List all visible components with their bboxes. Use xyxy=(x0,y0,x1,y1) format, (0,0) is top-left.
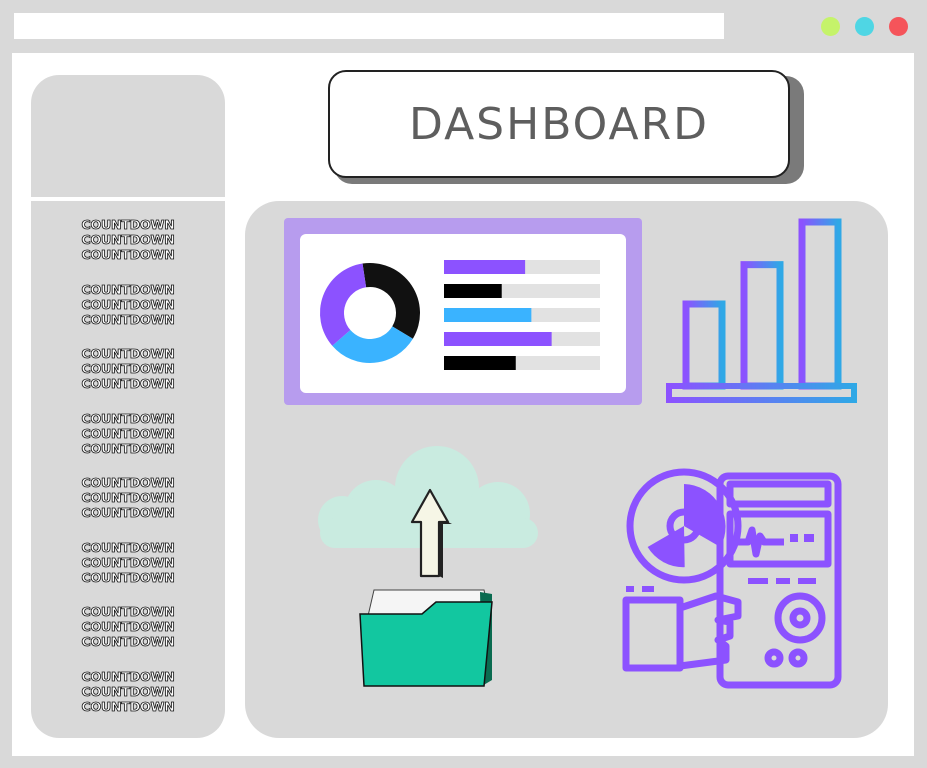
sidebar-item-label: COUNTDOWN xyxy=(81,569,175,585)
sidebar-item[interactable]: COUNTDOWN COUNTDOWN COUNTDOWN xyxy=(31,668,225,734)
sidebar-item[interactable]: COUNTDOWN COUNTDOWN COUNTDOWN xyxy=(31,410,225,476)
sidebar-item-label: COUNTDOWN xyxy=(81,311,175,327)
sidebar: COUNTDOWN COUNTDOWN COUNTDOWN COUNTDOWN COUN… xyxy=(31,75,225,738)
progress-bars xyxy=(444,260,600,370)
sidebar-item[interactable]: COUNTDOWN COUNTDOWN COUNTDOWN xyxy=(31,346,225,411)
sidebar-item-label: COUNTDOWN xyxy=(81,232,175,248)
cloud-upload-folder-icon[interactable] xyxy=(312,440,542,690)
sidebar-item-label: COUNTDOWN xyxy=(81,554,175,570)
progress-bar-fill xyxy=(444,260,526,274)
sidebar-item-label: COUNTDOWN xyxy=(81,346,175,362)
sidebar-item-label: COUNTDOWN xyxy=(81,361,175,377)
address-bar[interactable] xyxy=(14,13,724,39)
bar-chart-icon[interactable] xyxy=(664,216,858,410)
sidebar-item-label: COUNTDOWN xyxy=(81,410,175,426)
bar-chart-icon-bar xyxy=(798,218,842,390)
sidebar-item[interactable]: COUNTDOWN COUNTDOWN COUNTDOWN xyxy=(31,539,225,605)
sidebar-item[interactable]: COUNTDOWN COUNTDOWN COUNTDOWN xyxy=(31,217,225,282)
donut-segment xyxy=(362,263,420,339)
title-box: DASHBOARD xyxy=(328,70,790,178)
sidebar-item-label: COUNTDOWN xyxy=(81,247,175,263)
bar-chart-icon-bar xyxy=(740,261,784,390)
sidebar-item-label: COUNTDOWN xyxy=(81,698,175,714)
sidebar-item-label: COUNTDOWN xyxy=(81,281,175,297)
radiation-monitor-icon[interactable] xyxy=(620,468,846,690)
sidebar-item[interactable]: COUNTDOWN COUNTDOWN COUNTDOWN xyxy=(31,475,225,540)
sidebar-item-label: COUNTDOWN xyxy=(81,425,175,441)
progress-bar-fill xyxy=(444,356,516,370)
sidebar-item-label: COUNTDOWN xyxy=(81,634,175,650)
sidebar-list: COUNTDOWN COUNTDOWN COUNTDOWN COUNTDOWN COUN… xyxy=(31,217,225,733)
folder-icon xyxy=(359,589,493,687)
sidebar-item-label: COUNTDOWN xyxy=(81,217,175,233)
sidebar-item-label: COUNTDOWN xyxy=(81,668,175,684)
donut-segment xyxy=(320,263,367,346)
sidebar-item-label: COUNTDOWN xyxy=(81,475,175,491)
close-button[interactable] xyxy=(889,17,908,36)
sidebar-item-label: COUNTDOWN xyxy=(81,604,175,620)
minimize-button[interactable] xyxy=(821,17,840,36)
page-title: DASHBOARD xyxy=(408,98,710,150)
sidebar-item-label: COUNTDOWN xyxy=(81,683,175,699)
sidebar-item-label: COUNTDOWN xyxy=(81,440,175,456)
sidebar-item-label: COUNTDOWN xyxy=(81,539,175,555)
sidebar-item-label: COUNTDOWN xyxy=(81,376,175,392)
sidebar-item[interactable]: COUNTDOWN COUNTDOWN COUNTDOWN xyxy=(31,281,225,347)
sidebar-item[interactable]: COUNTDOWN COUNTDOWN COUNTDOWN xyxy=(31,604,225,669)
sidebar-item-label: COUNTDOWN xyxy=(81,505,175,521)
sidebar-item-label: COUNTDOWN xyxy=(81,296,175,312)
maximize-button[interactable] xyxy=(855,17,874,36)
progress-bar-fill xyxy=(444,308,532,322)
sidebar-divider xyxy=(31,197,225,201)
progress-bar-fill xyxy=(444,332,552,346)
sidebar-item-label: COUNTDOWN xyxy=(81,490,175,506)
bar-chart-icon-bar xyxy=(682,300,726,390)
donut-chart xyxy=(320,263,420,363)
progress-bar-fill xyxy=(444,284,502,298)
sidebar-item-label: COUNTDOWN xyxy=(81,619,175,635)
